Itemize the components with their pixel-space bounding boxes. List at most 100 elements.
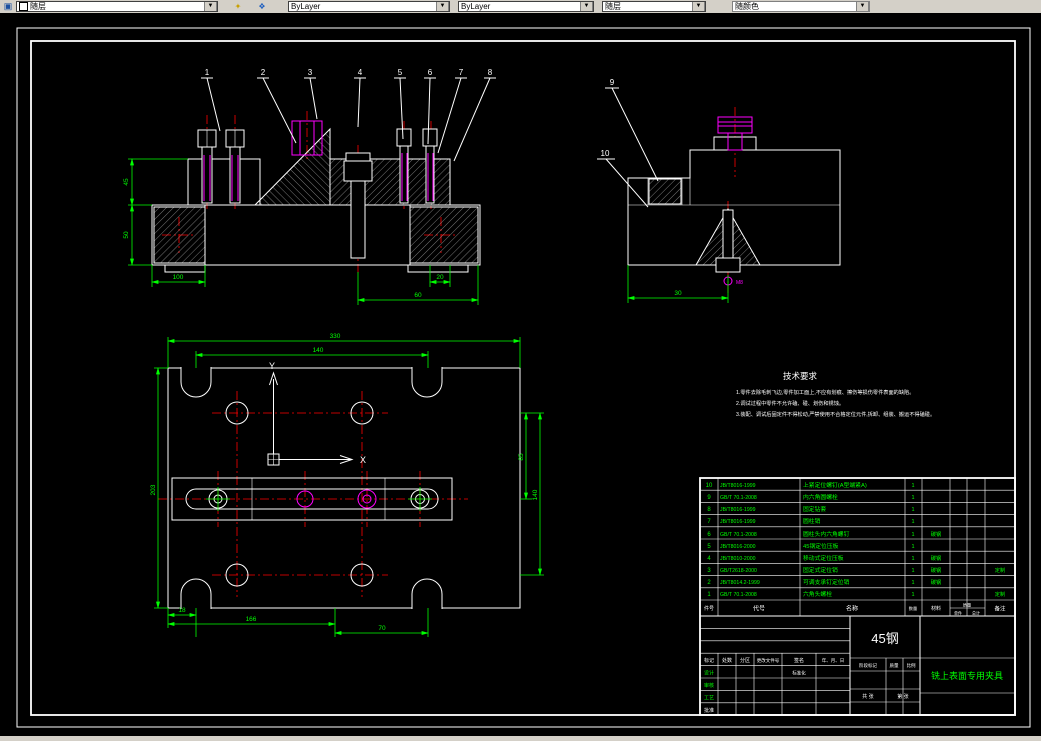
tb-label-standardize: 标准化 xyxy=(792,670,806,677)
linetype-combo-value: ByLayer xyxy=(291,2,321,11)
balloon-number: 3 xyxy=(308,68,313,77)
dim-text: 60 xyxy=(414,292,422,299)
dim-text: 30 xyxy=(674,290,682,297)
bom-cell-name: 内六角圆螺栓 xyxy=(803,493,838,501)
tb-label-sheets: 共 张 xyxy=(862,693,873,700)
bom-row: 9 GB/T 70.1-2008 内六角圆螺栓 1 xyxy=(707,493,914,501)
tb-label-change-doc: 更改文件号 xyxy=(757,657,780,664)
bom-cell-code: JB/T8016-1999 xyxy=(720,507,756,513)
front-section-view xyxy=(151,111,481,275)
bom-header-remark: 备注 xyxy=(994,605,1006,613)
linetype-combo[interactable]: ByLayer ▼ xyxy=(288,1,450,12)
bom-cell-qty: 1 xyxy=(911,495,914,501)
balloon-number: 5 xyxy=(398,68,403,77)
style-combo[interactable]: 随颜色 ▼ xyxy=(732,1,870,12)
bom-cell-name: 圆柱销 xyxy=(803,517,821,525)
title-block: 标记 处数 分区 更改文件号 签名 年、月、日 设计 标准化 审核 工艺 批准 … xyxy=(700,616,1015,715)
bom-cell-code: GB/T 70.1-2008 xyxy=(720,495,757,501)
bom-cell-name: 上紧定位螺钉(A型端紧A) xyxy=(803,481,867,489)
dim-text: 85 xyxy=(518,453,525,461)
chevron-down-icon[interactable]: ▼ xyxy=(580,2,593,11)
bom-cell-no: 7 xyxy=(707,519,711,525)
tb-label-mass: 质量 xyxy=(890,662,899,669)
tech-req-line: 2.调试过程中零件不允许磕、碰、划伤和锈蚀。 xyxy=(736,399,844,407)
bom-header-qty: 数量 xyxy=(909,605,917,612)
bom-cell-qty: 1 xyxy=(911,519,914,525)
plotstyle-combo[interactable]: 随层 ▼ xyxy=(602,1,706,12)
bom-row: 2 JB/T8014.2-1999 可调支承钉定位销 1 碳钢 xyxy=(707,578,941,586)
tb-label-process: 工艺 xyxy=(704,696,714,702)
bom-row: 3 GB/T2618-2000 固定式定位销 1 碳钢 定制 xyxy=(707,566,1005,574)
tb-label-sign: 签名 xyxy=(794,657,804,664)
bom-cell-material: 碳钢 xyxy=(931,554,941,562)
style-combo-value: 随颜色 xyxy=(735,2,759,11)
lineweight-combo[interactable]: ByLayer ▼ xyxy=(458,1,594,12)
bom-cell-code: GB/T 70.1-2008 xyxy=(720,592,757,598)
tb-label-mark: 标记 xyxy=(704,657,714,664)
tech-req-line: 3.装配、调试后固定件不得松动,严禁使用不合格定位元件,拆卸、组装、搬运不得磕碰… xyxy=(736,410,935,418)
cad-drawing: 45 50 100 20 60 1 2 3 4 5 6 7 8 M8 9 10 … xyxy=(16,27,1031,728)
bom-cell-material: 碳钢 xyxy=(931,578,941,586)
bom-cell-material: 碳钢 xyxy=(931,530,941,538)
bom-cell-code: JB/T8016-2000 xyxy=(720,544,756,550)
dim-text: 140 xyxy=(532,489,539,500)
bom-cell-name: 移动式定位压板 xyxy=(803,554,844,562)
bom-cell-name: 圆柱头内六角螺钉 xyxy=(803,530,850,538)
properties-toolbar: ▣ 随层 ▼ ✦ ❖ ByLayer ▼ ByLayer ▼ 随层 ▼ 随颜色 … xyxy=(0,0,1041,13)
bom-cell-code: JB/T8016-1999 xyxy=(720,483,756,489)
tb-label-page: 第 张 xyxy=(897,693,908,700)
color-combo-value: 随层 xyxy=(30,2,46,11)
bom-cell-no: 10 xyxy=(706,483,713,489)
bom-cell-code: JB/T8014.2-1999 xyxy=(720,580,760,586)
side-section-view: M8 xyxy=(627,107,841,293)
bom-cell-no: 9 xyxy=(707,495,711,501)
bom-header-material: 材料 xyxy=(931,605,941,612)
dim-text: 330 xyxy=(330,333,341,340)
bom-cell-no: 2 xyxy=(707,580,711,586)
tb-label-date: 年、月、日 xyxy=(822,657,845,664)
balloon-number: 10 xyxy=(601,149,610,158)
bom-row: 8 JB/T8016-1999 固定钻套 1 xyxy=(707,505,914,513)
bom-cell-no: 6 xyxy=(707,532,711,538)
drawing-frame xyxy=(16,27,1031,728)
chevron-down-icon[interactable]: ▼ xyxy=(856,2,869,11)
dim-text: 50 xyxy=(123,231,130,239)
bom-cell-qty: 1 xyxy=(911,556,914,562)
balloon-number: 4 xyxy=(358,68,363,77)
tb-label-approve: 批准 xyxy=(704,707,714,714)
bom-cell-qty: 1 xyxy=(911,580,914,586)
part-balloons-front: 1 2 3 4 5 6 7 8 xyxy=(201,68,496,162)
bom-cell-remark: 定制 xyxy=(995,590,1005,598)
layer-states-button[interactable]: ❖ xyxy=(254,0,270,13)
color-combo[interactable]: 随层 ▼ xyxy=(16,1,218,12)
bom-cell-code: JB/T8010-2000 xyxy=(720,556,756,562)
bom-header-weight-total: 总计 xyxy=(972,610,980,616)
bom-header-weight-unit: 单件 xyxy=(954,610,962,616)
drawing-canvas[interactable]: 45 50 100 20 60 1 2 3 4 5 6 7 8 M8 9 10 … xyxy=(0,13,1041,736)
app-icon: ▣ xyxy=(3,1,13,11)
bom-cell-code: GB/T2618-2000 xyxy=(720,568,757,574)
bom-cell-no: 4 xyxy=(707,556,711,562)
dim-text: 203 xyxy=(150,484,157,495)
material-spec: 45钢 xyxy=(871,631,898,646)
bom-cell-material: 碳钢 xyxy=(931,566,941,574)
chevron-down-icon[interactable]: ▼ xyxy=(436,2,449,11)
drawing-title: 铣上表面专用夹具 xyxy=(931,670,1003,681)
lineweight-combo-value: ByLayer xyxy=(461,2,491,11)
bom-header-name: 名称 xyxy=(846,605,858,613)
balloon-number: 8 xyxy=(488,68,493,77)
side-view-dimensions: 30 xyxy=(627,265,729,303)
tb-label-zone: 分区 xyxy=(740,657,750,664)
bom-row: 7 JB/T8016-1999 圆柱销 1 xyxy=(707,517,914,525)
plan-view: Y X xyxy=(158,361,521,609)
bom-row: 4 JB/T8010-2000 移动式定位压板 1 碳钢 xyxy=(707,554,941,562)
chevron-down-icon[interactable]: ▼ xyxy=(692,2,705,11)
balloon-number: 2 xyxy=(261,68,266,77)
tb-label-scale: 比例 xyxy=(907,662,916,669)
bom-header-weight: 质量 xyxy=(963,602,971,609)
chevron-down-icon[interactable]: ▼ xyxy=(204,2,217,11)
dim-text: 18 xyxy=(178,607,186,614)
make-current-button[interactable]: ✦ xyxy=(230,0,246,13)
plotstyle-combo-value: 随层 xyxy=(605,2,621,11)
bom-cell-no: 1 xyxy=(707,592,711,598)
